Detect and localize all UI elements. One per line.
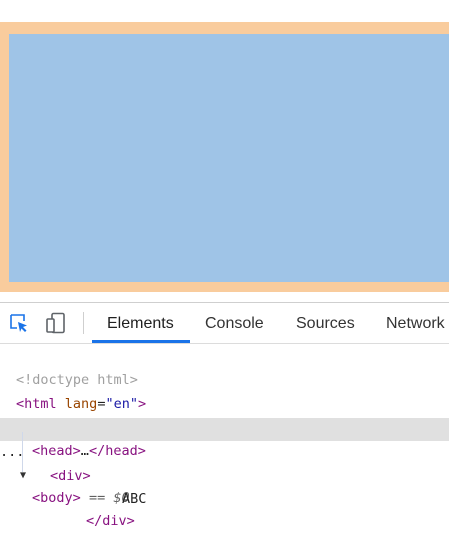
devtools-panel: Elements Console Sources Network <!docty… bbox=[0, 302, 449, 529]
tab-console[interactable]: Console bbox=[205, 303, 264, 343]
device-toggle-icon[interactable] bbox=[45, 312, 67, 334]
dom-node-div[interactable]: <div> bbox=[0, 442, 449, 484]
dom-text-node[interactable]: ABC bbox=[0, 465, 449, 507]
tab-sources[interactable]: Sources bbox=[296, 303, 355, 343]
active-tab-indicator bbox=[92, 340, 190, 343]
dom-node-body[interactable]: ... ▼ <body> == $0 bbox=[0, 418, 449, 506]
page-viewport bbox=[0, 0, 449, 298]
dom-node-html[interactable]: <html lang="en"> bbox=[0, 370, 449, 412]
tab-network[interactable]: Network bbox=[386, 303, 445, 343]
inspect-element-icon[interactable] bbox=[8, 312, 30, 334]
tab-elements[interactable]: Elements bbox=[107, 303, 174, 343]
dom-node-doctype[interactable]: <!doctype html> bbox=[0, 346, 449, 388]
toolbar-divider bbox=[83, 312, 84, 334]
dom-tree: <!doctype html> <html lang="en"> ▶ <head… bbox=[0, 344, 449, 529]
dom-node-head[interactable]: ▶ <head>…</head> bbox=[0, 394, 449, 459]
body-content-highlight bbox=[9, 34, 449, 282]
devtools-toolbar: Elements Console Sources Network bbox=[0, 303, 449, 344]
div-close-tag-name: div bbox=[102, 513, 127, 529]
tree-indent-guide bbox=[22, 432, 23, 472]
